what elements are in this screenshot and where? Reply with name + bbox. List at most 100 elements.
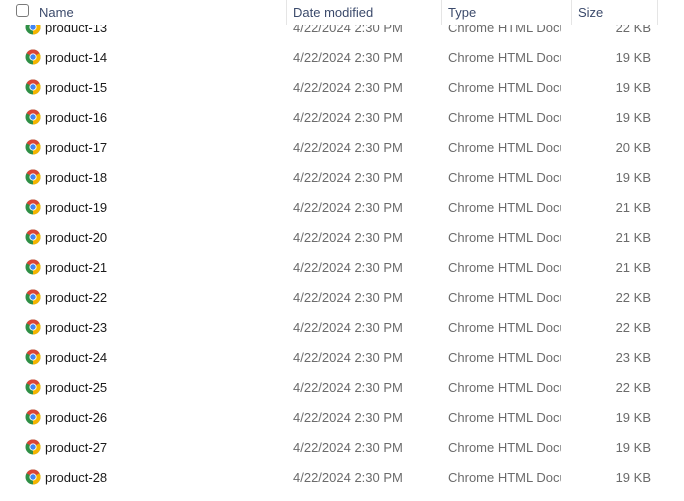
- file-row[interactable]: product-24 4/22/2024 2:30 PM Chrome HTML…: [0, 342, 684, 372]
- file-date-modified: 4/22/2024 2:30 PM: [293, 50, 403, 65]
- file-name: product-22: [45, 290, 108, 305]
- column-header-type[interactable]: Type: [448, 5, 476, 20]
- file-size: 19 KB: [615, 80, 651, 95]
- chrome-icon: [25, 169, 41, 185]
- file-type: Chrome HTML Docu...: [448, 260, 561, 275]
- file-name: product-21: [45, 260, 108, 275]
- file-size: 22 KB: [615, 380, 651, 395]
- file-date-modified: 4/22/2024 2:30 PM: [293, 80, 403, 95]
- file-type: Chrome HTML Docu...: [448, 200, 561, 215]
- chrome-icon: [25, 379, 41, 395]
- file-row[interactable]: product-25 4/22/2024 2:30 PM Chrome HTML…: [0, 372, 684, 402]
- file-type: Chrome HTML Docu...: [448, 110, 561, 125]
- file-date-modified: 4/22/2024 2:30 PM: [293, 170, 403, 185]
- column-header-bar: ⌃ Name Date modified Type Size: [0, 0, 684, 25]
- file-name: product-26: [45, 410, 108, 425]
- file-date-modified: 4/22/2024 2:30 PM: [293, 410, 403, 425]
- file-name: product-28: [45, 470, 108, 485]
- file-row[interactable]: product-14 4/22/2024 2:30 PM Chrome HTML…: [0, 42, 684, 72]
- file-date-modified: 4/22/2024 2:30 PM: [293, 230, 403, 245]
- column-divider[interactable]: [657, 0, 658, 25]
- file-row[interactable]: product-28 4/22/2024 2:30 PM Chrome HTML…: [0, 462, 684, 492]
- file-size: 19 KB: [615, 170, 651, 185]
- file-size: 21 KB: [615, 230, 651, 245]
- file-type: Chrome HTML Docu...: [448, 230, 561, 245]
- chrome-icon: [25, 469, 41, 485]
- column-divider[interactable]: [571, 0, 572, 25]
- select-all-checkbox[interactable]: [16, 4, 29, 17]
- chrome-icon: [25, 49, 41, 65]
- file-row[interactable]: product-15 4/22/2024 2:30 PM Chrome HTML…: [0, 72, 684, 102]
- file-date-modified: 4/22/2024 2:30 PM: [293, 350, 403, 365]
- file-type: Chrome HTML Docu...: [448, 140, 561, 155]
- sort-caret-icon: ⌃: [146, 0, 154, 5]
- file-size: 21 KB: [615, 260, 651, 275]
- chrome-icon: [25, 289, 41, 305]
- file-name: product-15: [45, 80, 108, 95]
- file-row[interactable]: product-17 4/22/2024 2:30 PM Chrome HTML…: [0, 132, 684, 162]
- file-row[interactable]: product-20 4/22/2024 2:30 PM Chrome HTML…: [0, 222, 684, 252]
- file-row[interactable]: product-22 4/22/2024 2:30 PM Chrome HTML…: [0, 282, 684, 312]
- file-type: Chrome HTML Docu...: [448, 350, 561, 365]
- column-header-date-modified[interactable]: Date modified: [293, 5, 373, 20]
- file-type: Chrome HTML Docu...: [448, 470, 561, 485]
- file-name: product-24: [45, 350, 108, 365]
- column-divider[interactable]: [441, 0, 442, 25]
- column-header-name[interactable]: Name: [39, 5, 74, 20]
- file-name: product-17: [45, 140, 108, 155]
- file-row[interactable]: product-18 4/22/2024 2:30 PM Chrome HTML…: [0, 162, 684, 192]
- file-row[interactable]: product-21 4/22/2024 2:30 PM Chrome HTML…: [0, 252, 684, 282]
- file-date-modified: 4/22/2024 2:30 PM: [293, 290, 403, 305]
- file-type: Chrome HTML Docu...: [448, 380, 561, 395]
- chrome-icon: [25, 259, 41, 275]
- file-row[interactable]: product-19 4/22/2024 2:30 PM Chrome HTML…: [0, 192, 684, 222]
- chrome-icon: [25, 409, 41, 425]
- file-date-modified: 4/22/2024 2:30 PM: [293, 470, 403, 485]
- file-type: Chrome HTML Docu...: [448, 50, 561, 65]
- file-name: product-14: [45, 50, 108, 65]
- file-type: Chrome HTML Docu...: [448, 410, 561, 425]
- chrome-icon: [25, 139, 41, 155]
- column-header-size[interactable]: Size: [578, 5, 603, 20]
- file-size: 22 KB: [615, 320, 651, 335]
- file-name: product-27: [45, 440, 108, 455]
- file-name: product-20: [45, 230, 108, 245]
- file-name: product-23: [45, 320, 108, 335]
- file-row[interactable]: product-27 4/22/2024 2:30 PM Chrome HTML…: [0, 432, 684, 462]
- chrome-icon: [25, 229, 41, 245]
- file-date-modified: 4/22/2024 2:30 PM: [293, 140, 403, 155]
- file-size: 22 KB: [615, 290, 651, 305]
- file-explorer-details-view: product-13 4/22/2024 2:30 PM Chrome HTML…: [0, 0, 684, 501]
- file-size: 21 KB: [615, 200, 651, 215]
- chrome-icon: [25, 349, 41, 365]
- file-type: Chrome HTML Docu...: [448, 290, 561, 305]
- file-type: Chrome HTML Docu...: [448, 320, 561, 335]
- chrome-icon: [25, 199, 41, 215]
- file-type: Chrome HTML Docu...: [448, 440, 561, 455]
- file-type: Chrome HTML Docu...: [448, 170, 561, 185]
- file-size: 23 KB: [615, 350, 651, 365]
- file-date-modified: 4/22/2024 2:30 PM: [293, 260, 403, 275]
- chrome-icon: [25, 79, 41, 95]
- file-row[interactable]: product-16 4/22/2024 2:30 PM Chrome HTML…: [0, 102, 684, 132]
- file-name: product-18: [45, 170, 108, 185]
- file-date-modified: 4/22/2024 2:30 PM: [293, 200, 403, 215]
- chrome-icon: [25, 109, 41, 125]
- file-row[interactable]: product-26 4/22/2024 2:30 PM Chrome HTML…: [0, 402, 684, 432]
- file-date-modified: 4/22/2024 2:30 PM: [293, 380, 403, 395]
- file-size: 20 KB: [615, 140, 651, 155]
- file-date-modified: 4/22/2024 2:30 PM: [293, 320, 403, 335]
- file-size: 19 KB: [615, 470, 651, 485]
- column-divider[interactable]: [286, 0, 287, 25]
- file-size: 19 KB: [615, 50, 651, 65]
- file-row[interactable]: product-23 4/22/2024 2:30 PM Chrome HTML…: [0, 312, 684, 342]
- file-size: 19 KB: [615, 110, 651, 125]
- file-size: 19 KB: [615, 440, 651, 455]
- file-size: 19 KB: [615, 410, 651, 425]
- file-date-modified: 4/22/2024 2:30 PM: [293, 110, 403, 125]
- file-name: product-25: [45, 380, 108, 395]
- chrome-icon: [25, 319, 41, 335]
- file-type: Chrome HTML Docu...: [448, 80, 561, 95]
- file-name: product-19: [45, 200, 108, 215]
- file-date-modified: 4/22/2024 2:30 PM: [293, 440, 403, 455]
